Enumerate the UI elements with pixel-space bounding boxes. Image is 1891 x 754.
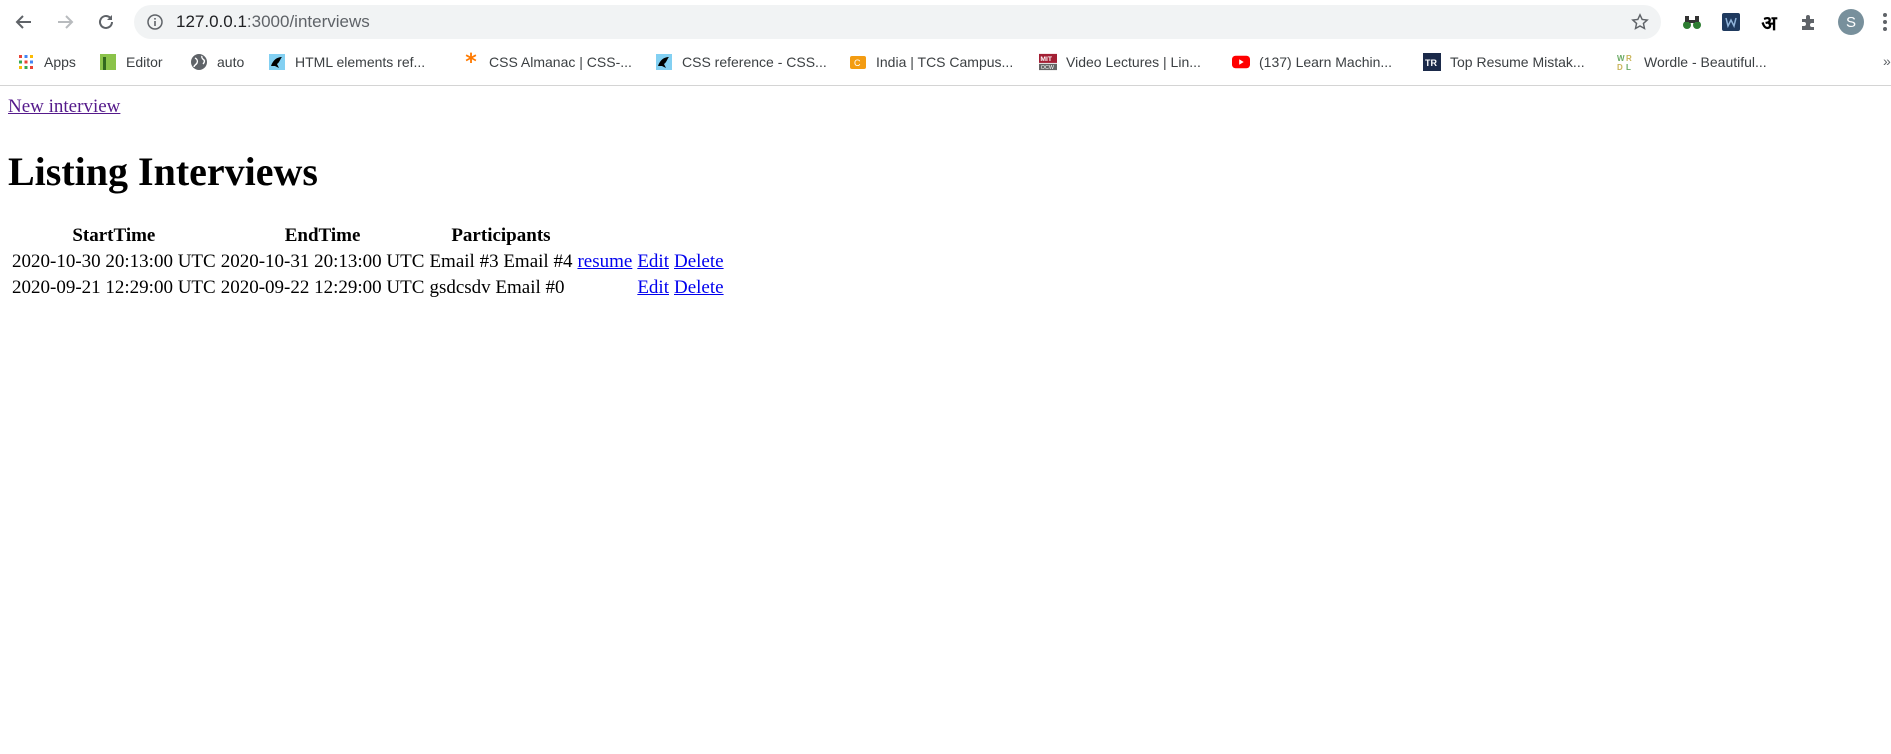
bookmark-label: Apps: [44, 54, 76, 70]
apps-grid-icon: [17, 53, 35, 71]
bookmark-label: CSS Almanac | CSS-...: [489, 54, 632, 70]
participants-cell: gsdcsdv Email #0: [429, 277, 565, 298]
mdn-icon: [268, 53, 286, 71]
table-row: 2020-09-21 12:29:00 UTC 2020-09-22 12:29…: [11, 276, 725, 300]
editor-icon: [99, 53, 117, 71]
kebab-menu-icon[interactable]: [1880, 10, 1890, 34]
svg-text:D: D: [1617, 63, 1623, 71]
svg-text:TR: TR: [1425, 58, 1437, 68]
devanagari-icon: अ: [1761, 10, 1777, 35]
url-host: 127.0.0.1: [176, 12, 247, 31]
bookmark-star-icon[interactable]: [1631, 13, 1649, 31]
reload-button[interactable]: [94, 10, 118, 34]
bookmark-wordle[interactable]: WRDL Wordle - Beautiful...: [1617, 51, 1767, 73]
bookmark-label: India | TCS Campus...: [876, 54, 1014, 70]
bookmark-label: auto: [217, 54, 245, 70]
column-header-endtime: EndTime: [284, 225, 361, 246]
svg-text:OCW: OCW: [1041, 65, 1055, 71]
delete-link[interactable]: Delete: [674, 277, 724, 298]
bookmark-apps[interactable]: Apps: [17, 51, 76, 73]
extension-devanagari-button[interactable]: अ: [1757, 10, 1781, 35]
end-time-cell: 2020-09-22 12:29:00 UTC: [220, 277, 425, 298]
table-row: 2020-10-30 20:13:00 UTC 2020-10-31 20:13…: [11, 250, 725, 274]
bookmark-label: (137) Learn Machin...: [1259, 54, 1393, 70]
svg-text:C: C: [854, 58, 861, 68]
binoculars-icon: [1683, 16, 1701, 29]
svg-text:W: W: [1617, 54, 1625, 63]
bookmark-top-resume[interactable]: TR Top Resume Mistak...: [1423, 51, 1585, 73]
topresume-icon: TR: [1423, 53, 1441, 71]
profile-avatar[interactable]: S: [1838, 9, 1864, 35]
extensions-menu-button[interactable]: [1797, 10, 1821, 34]
extension-binoculars-button[interactable]: [1680, 10, 1704, 34]
bookmarks-overflow-button[interactable]: »: [1883, 53, 1891, 69]
bookmark-label: HTML elements ref...: [295, 54, 426, 70]
delete-link[interactable]: Delete: [674, 251, 724, 272]
globe-icon: [190, 53, 208, 71]
bookmark-label: Editor: [126, 54, 163, 70]
delete-cell: Delete: [673, 250, 725, 274]
bookmarks-bar: Apps Editor auto HTML elements ref... * …: [0, 47, 1891, 77]
end-time-cell: 2020-10-31 20:13:00 UTC: [220, 251, 425, 272]
extension-app-icon: [1722, 13, 1740, 31]
mit-ocw-icon: MIT OCW: [1039, 53, 1057, 71]
interviews-table: StartTime EndTime Participants 2020-10-3…: [8, 222, 728, 302]
column-header-participants: Participants: [451, 225, 551, 246]
tcs-icon: C: [849, 53, 867, 71]
bookmark-learn-machine[interactable]: (137) Learn Machin...: [1232, 51, 1392, 73]
forward-button[interactable]: [53, 10, 77, 34]
bookmark-editor[interactable]: Editor: [99, 51, 163, 73]
table-header-row: StartTime EndTime Participants: [11, 224, 725, 248]
url-path: :3000/interviews: [246, 12, 370, 31]
reload-icon: [99, 14, 113, 29]
address-bar[interactable]: 127.0.0.1:3000/interviews: [134, 5, 1661, 39]
bookmark-label: CSS reference - CSS...: [682, 54, 827, 70]
bookmark-label: Wordle - Beautiful...: [1644, 54, 1767, 70]
url-text[interactable]: 127.0.0.1:3000/interviews: [176, 12, 370, 32]
wordle-icon: WRDL: [1617, 53, 1635, 71]
svg-text:MIT: MIT: [1040, 56, 1052, 63]
start-time-cell: 2020-10-30 20:13:00 UTC: [12, 251, 216, 272]
column-header-empty: [576, 224, 633, 248]
puzzle-icon: [1802, 15, 1814, 30]
resume-cell: [576, 276, 633, 300]
resume-link[interactable]: resume: [577, 251, 632, 272]
bookmark-html-elements[interactable]: HTML elements ref...: [268, 51, 425, 73]
column-header-empty: [636, 224, 670, 248]
bookmark-auto[interactable]: auto: [190, 51, 244, 73]
edit-link[interactable]: Edit: [637, 277, 669, 298]
browser-chrome: 127.0.0.1:3000/interviews अ S Apps Edito…: [0, 0, 1891, 86]
arrow-right-icon: [58, 15, 74, 29]
start-time-cell: 2020-09-21 12:29:00 UTC: [12, 277, 216, 298]
bookmark-label: Video Lectures | Lin...: [1066, 54, 1201, 70]
resume-cell: resume: [576, 250, 633, 274]
info-icon[interactable]: [147, 14, 163, 30]
edit-link[interactable]: Edit: [637, 251, 669, 272]
bookmark-label: Top Resume Mistak...: [1450, 54, 1585, 70]
column-header-starttime: StartTime: [72, 225, 156, 246]
page-content: New interview Listing Interviews StartTi…: [0, 86, 1891, 754]
delete-cell: Delete: [673, 276, 725, 300]
participants-cell: Email #3 Email #4: [429, 251, 573, 272]
column-header-empty: [673, 224, 725, 248]
bookmark-video-lectures[interactable]: MIT OCW Video Lectures | Lin...: [1039, 51, 1201, 73]
bookmark-css-almanac[interactable]: * CSS Almanac | CSS-...: [462, 49, 632, 75]
new-interview-link[interactable]: New interview: [8, 96, 120, 118]
bookmark-css-reference[interactable]: CSS reference - CSS...: [655, 51, 827, 73]
css-tricks-icon: *: [465, 49, 477, 75]
edit-cell: Edit: [636, 276, 670, 300]
bookmark-tcs-campus[interactable]: C India | TCS Campus...: [849, 51, 1013, 73]
extension-square-button[interactable]: [1719, 10, 1743, 34]
mdn-icon: [655, 53, 673, 71]
page-title: Listing Interviews: [8, 149, 318, 194]
edit-cell: Edit: [636, 250, 670, 274]
youtube-icon: [1232, 53, 1250, 71]
back-button[interactable]: [12, 10, 36, 34]
svg-text:L: L: [1626, 63, 1631, 71]
arrow-left-icon: [15, 15, 31, 29]
svg-text:R: R: [1626, 54, 1632, 63]
